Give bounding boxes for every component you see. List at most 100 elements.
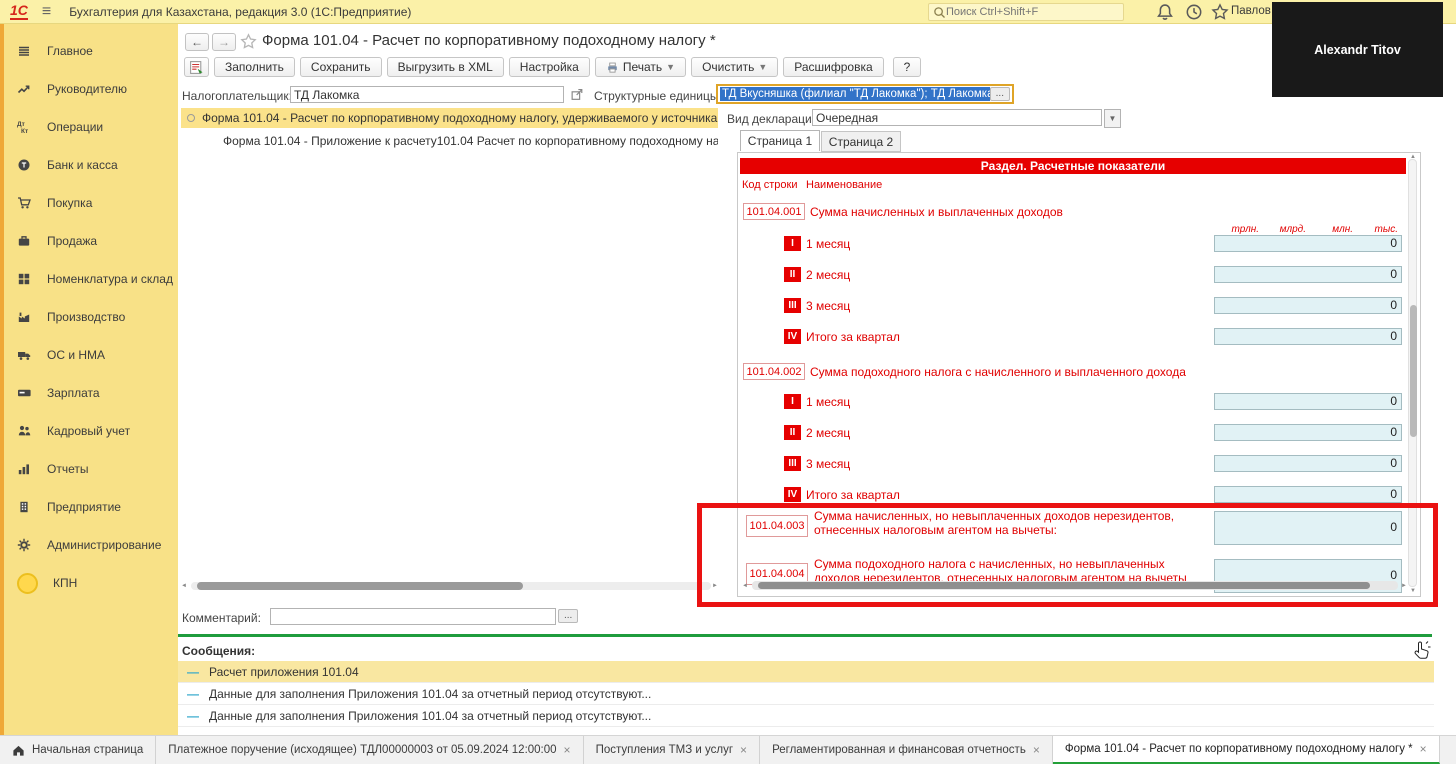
sidebar-item-label: Предприятие [47,500,121,514]
sidebar-item-enterprise[interactable]: Предприятие [4,488,178,526]
history-icon[interactable] [1185,3,1203,21]
declaration-type-field[interactable]: Очередная [812,109,1102,126]
tree-item-form-101-04[interactable]: Форма 101.04 - Расчет по корпоративному … [181,108,718,128]
sidebar-item-label: Главное [47,44,93,58]
search-input[interactable] [946,6,1106,18]
save-button[interactable]: Сохранить [300,57,382,77]
back-button[interactable]: ← [185,33,209,51]
scroll-down-arrow[interactable]: ▼ [1410,587,1416,595]
tab-regulated-reporting[interactable]: Регламентированная и финансовая отчетнос… [760,736,1053,764]
close-icon[interactable]: × [564,743,571,757]
section-header: Раздел. Расчетные показатели [740,158,1406,174]
global-search[interactable] [928,3,1124,21]
comment-more-button[interactable]: ... [558,609,578,623]
value-field[interactable]: 0 [1214,511,1402,545]
value-field[interactable]: 0 [1214,393,1402,410]
sidebar-item-administration[interactable]: Администрирование [4,526,178,564]
close-icon[interactable]: × [1420,742,1427,756]
taxpayer-field[interactable]: ТД Лакомка [290,86,564,103]
column-code-label: Код строки [742,179,798,191]
chevron-down-icon: ▼ [666,62,675,72]
sidebar-item-label: Руководителю [47,82,127,96]
close-icon[interactable]: × [1033,743,1040,757]
message-row[interactable]: — Расчет приложения 101.04 [178,661,1434,683]
sidebar-item-manager[interactable]: Руководителю [4,70,178,108]
sidebar-item-purchase[interactable]: Покупка [4,184,178,222]
tab-page-2[interactable]: Страница 2 [821,131,901,152]
export-xml-button[interactable]: Выгрузить в XML [387,57,504,77]
value-field[interactable]: 0 [1214,235,1402,252]
help-button[interactable]: ? [893,57,922,77]
message-row[interactable]: — Данные для заполнения Приложения 101.0… [178,683,1434,705]
row-label: Итого за квартал [806,330,900,344]
scroll-right-arrow[interactable]: ► [712,582,718,590]
scroll-left-arrow[interactable]: ◄ [181,582,187,590]
comment-field[interactable] [270,608,556,625]
value-field[interactable]: 0 [1214,328,1402,345]
sidebar-item-kpn[interactable]: КПН [4,564,178,602]
tab-payment-order[interactable]: Платежное поручение (исходящее) ТДЛ00000… [156,736,583,764]
row-name: Сумма начисленных и выплаченных доходов [810,205,1063,219]
favorite-star-icon[interactable] [240,33,257,50]
sidebar-item-fixed-assets[interactable]: ОС и НМА [4,336,178,374]
sidebar-item-label: ОС и НМА [47,348,105,362]
sidebar-item-reports[interactable]: Отчеты [4,450,178,488]
sidebar-item-hr[interactable]: Кадровый учет [4,412,178,450]
tree-item-appendix-101-04[interactable]: Форма 101.04 - Приложение к расчету101.0… [223,132,718,150]
sidebar-item-nomenclature-warehouse[interactable]: Номенклатура и склад [4,260,178,298]
tree-horizontal-scrollbar[interactable] [191,582,711,590]
value-field[interactable]: 0 [1214,297,1402,314]
settings-button[interactable]: Настройка [509,57,590,77]
favorites-star-icon[interactable] [1211,3,1229,21]
tab-home[interactable]: Начальная страница [0,736,156,764]
sidebar-item-sale[interactable]: Продажа [4,222,178,260]
gear-icon [16,537,32,553]
bell-icon[interactable] [1156,3,1174,21]
circle-badge-icon [16,575,38,591]
declaration-type-label: Вид декларации: [727,112,822,126]
row-label: 1 месяц [806,237,850,251]
roman-chip: I [784,236,801,251]
green-divider [178,634,1432,637]
open-link-icon[interactable] [570,87,585,102]
sidebar-item-production[interactable]: Производство [4,298,178,336]
scroll-right-arrow[interactable]: ► [1401,582,1407,590]
scale-label: млн. [1309,224,1353,235]
fill-report-button[interactable] [184,57,209,77]
units-more-button[interactable]: ... [990,87,1010,101]
clear-button[interactable]: Очистить▼ [691,57,778,77]
close-icon[interactable]: × [740,743,747,757]
hamburger-menu-icon[interactable]: ≡ [42,3,51,21]
sidebar-item-label: Зарплата [47,386,100,400]
value-field[interactable]: 0 [1214,424,1402,441]
row-code: 101.04.001 [743,203,805,220]
declaration-dropdown-button[interactable]: ▼ [1104,109,1121,128]
forms-tree-panel: Форма 101.04 - Расчет по корпоративному … [181,106,718,590]
value-field[interactable]: 0 [1214,266,1402,283]
value-field[interactable]: 0 [1214,455,1402,472]
sidebar-item-salary[interactable]: Зарплата [4,374,178,412]
sidebar-item-bank-cash[interactable]: Банк и касса [4,146,178,184]
scroll-left-arrow[interactable]: ◄ [742,582,748,590]
message-row[interactable]: — Данные для заполнения Приложения 101.0… [178,705,1434,727]
structural-units-field[interactable]: ТД Вкусняшка (филиал "ТД Лакомка"); ТД Л… [716,84,1014,104]
tab-receipts[interactable]: Поступления ТМЗ и услуг × [584,736,761,764]
decrypt-button[interactable]: Расшифровка [783,57,883,77]
table-horizontal-scrollbar[interactable] [752,581,1398,590]
sidebar-item-main[interactable]: Главное [4,32,178,70]
tab-form-101-04[interactable]: Форма 101.04 - Расчет по корпоративному … [1053,736,1440,764]
tab-page-1[interactable]: Страница 1 [740,130,820,151]
structural-units-label: Структурные единицы: [594,89,722,103]
value-field[interactable]: 0 [1214,486,1402,503]
coin-icon [16,157,32,173]
scroll-up-arrow[interactable]: ▲ [1410,153,1416,161]
sidebar-item-operations[interactable]: ДтКт Операции [4,108,178,146]
fill-button[interactable]: Заполнить [214,57,295,77]
cart-icon [16,195,32,211]
print-button[interactable]: Печать▼ [595,57,686,77]
sidebar-item-label: КПН [53,576,77,590]
table-vertical-scrollbar[interactable] [1408,159,1417,587]
forward-button[interactable]: → [212,33,236,51]
banknote-icon [16,385,32,401]
operations-icon: ДтКт [16,119,32,135]
